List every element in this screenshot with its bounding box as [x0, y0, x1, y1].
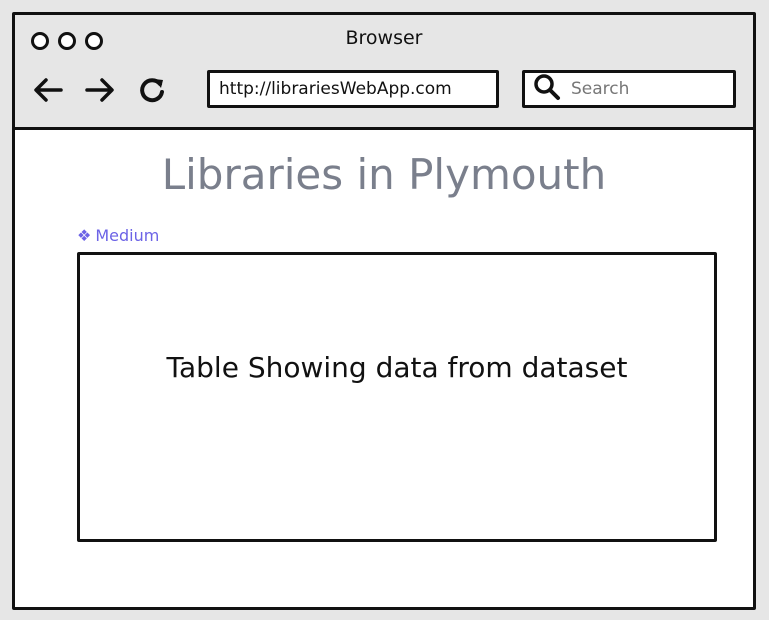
address-bar[interactable]: http://librariesWebApp.com — [207, 70, 499, 108]
navigation-buttons — [31, 73, 169, 107]
url-text: http://librariesWebApp.com — [219, 79, 452, 99]
badge-label: Medium — [95, 226, 160, 245]
arrow-right-icon[interactable] — [83, 73, 117, 107]
table-caption: Table Showing data from dataset — [166, 350, 628, 384]
arrow-left-icon[interactable] — [31, 73, 65, 107]
browser-window: Browser http://librariesWebApp.com Searc… — [12, 12, 756, 610]
page-title: Libraries in Plymouth — [161, 150, 607, 199]
page-content: Libraries in Plymouth ❖ Medium Table Sho… — [15, 130, 753, 607]
diamond-icon: ❖ — [77, 226, 92, 245]
search-placeholder: Search — [571, 79, 630, 99]
window-title: Browser — [345, 27, 423, 49]
data-table-placeholder: Table Showing data from dataset — [77, 252, 717, 542]
search-field[interactable]: Search — [522, 70, 736, 108]
magnifier-icon — [533, 73, 561, 105]
reload-icon[interactable] — [135, 73, 169, 107]
component-badge: ❖ Medium — [77, 226, 159, 245]
browser-chrome: Browser http://librariesWebApp.com Searc… — [15, 15, 753, 130]
